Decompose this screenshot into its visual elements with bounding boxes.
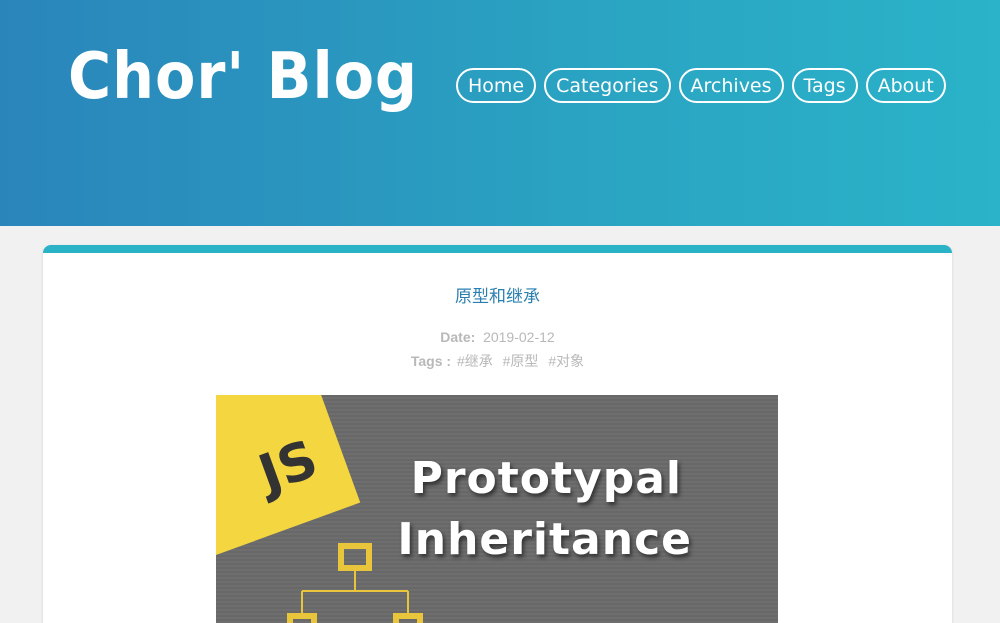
site-header: Chor' Blog Home Categories Archives Tags… [0,0,1000,226]
date-label: Date: [440,329,476,345]
post-date: Date: 2019-02-12 [43,329,952,345]
cover-heading-line1: Prototypal [410,453,682,504]
tag-link[interactable]: #对象 [548,353,584,369]
post-title[interactable]: 原型和继承 [43,282,952,307]
tag-link[interactable]: #继承 [457,353,493,369]
site-title[interactable]: Chor' Blog [68,40,418,114]
date-value: 2019-02-12 [483,329,555,345]
nav-about[interactable]: About [865,68,946,103]
post-card: 原型和继承 Date: 2019-02-12 Tags : #继承 #原型 #对… [43,245,952,623]
nav-categories[interactable]: Categories [544,68,671,103]
nav-home[interactable]: Home [456,68,537,103]
cover-heading-line2: Inheritance [397,514,692,565]
main-nav: Home Categories Archives Tags About [456,68,946,103]
tags-label: Tags : [410,353,452,369]
nav-archives[interactable]: Archives [678,68,784,103]
post-cover-image: JS Prototypal Inheritance [216,395,778,623]
nav-tags[interactable]: Tags [791,68,858,103]
post-tags: Tags : #继承 #原型 #对象 [43,351,952,371]
tag-link[interactable]: #原型 [503,353,539,369]
